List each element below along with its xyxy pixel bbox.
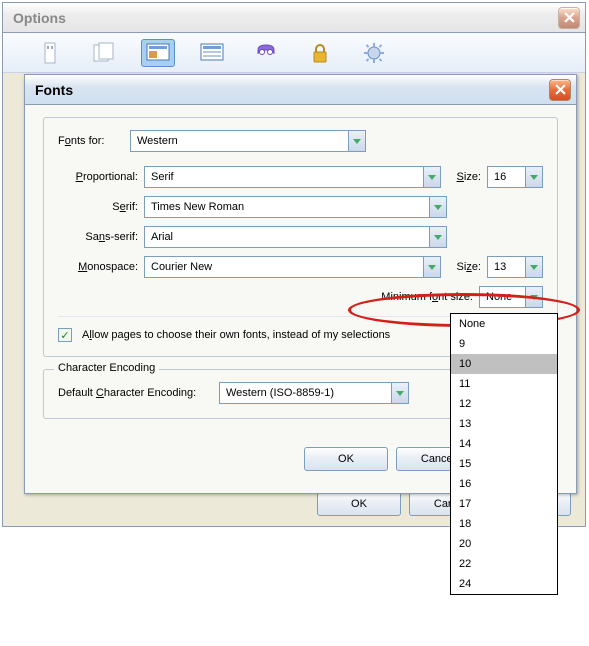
minimum-font-size-value: None: [486, 291, 512, 303]
sans-serif-select[interactable]: Arial: [144, 226, 447, 248]
toolbar-security-icon[interactable]: [303, 39, 337, 67]
monospace-select[interactable]: Courier New: [144, 256, 441, 278]
chevron-down-icon: [429, 197, 446, 217]
options-ok-button[interactable]: OK: [317, 492, 401, 516]
fonts-ok-button[interactable]: OK: [304, 447, 388, 471]
chevron-down-icon: [348, 131, 365, 151]
chevron-down-icon: [423, 257, 440, 277]
allow-pages-label: Allow pages to choose their own fonts, i…: [82, 329, 390, 341]
minimum-font-size-dropdown[interactable]: None9101112131415161718202224: [450, 313, 558, 595]
serif-select[interactable]: Times New Roman: [144, 196, 447, 218]
toolbar-applications-icon[interactable]: [195, 39, 229, 67]
fonts-for-select[interactable]: Western: [130, 130, 366, 152]
toolbar-content-icon[interactable]: [141, 39, 175, 67]
ok-label: OK: [351, 498, 367, 510]
ok-label: OK: [338, 453, 354, 465]
toolbar-privacy-icon[interactable]: [249, 39, 283, 67]
dropdown-item[interactable]: 13: [451, 414, 557, 434]
chevron-down-icon: [525, 167, 542, 187]
dropdown-item[interactable]: 14: [451, 434, 557, 454]
dropdown-item[interactable]: 10: [451, 354, 557, 374]
toolbar-advanced-icon[interactable]: [357, 39, 391, 67]
chevron-down-icon: [391, 383, 408, 403]
minimum-font-size-label: Minimum font size:: [381, 291, 473, 303]
allow-pages-checkbox[interactable]: ✓: [58, 328, 72, 342]
default-encoding-value: Western (ISO-8859-1): [226, 387, 334, 399]
sans-serif-value: Arial: [151, 231, 173, 243]
character-encoding-legend: Character Encoding: [54, 362, 159, 374]
dropdown-item[interactable]: 9: [451, 334, 557, 354]
dropdown-item[interactable]: 22: [451, 554, 557, 574]
default-encoding-label: Default Character Encoding:: [58, 387, 213, 399]
dropdown-item[interactable]: 20: [451, 534, 557, 554]
chevron-down-icon: [429, 227, 446, 247]
chevron-down-icon: [525, 257, 542, 277]
proportional-size-label: Size:: [447, 171, 481, 183]
fonts-for-label: Fonts for:: [58, 135, 124, 147]
monospace-size-value: 13: [494, 261, 506, 273]
fonts-title: Fonts: [35, 82, 73, 98]
monospace-size-label: Size:: [447, 261, 481, 273]
serif-label: Serif:: [58, 201, 138, 213]
proportional-size-select[interactable]: 16: [487, 166, 543, 188]
sans-serif-label: Sans-serif:: [58, 231, 138, 243]
options-toolbar: [3, 33, 585, 73]
toolbar-tabs-icon[interactable]: [87, 39, 121, 67]
serif-value: Times New Roman: [151, 201, 244, 213]
proportional-size-value: 16: [494, 171, 506, 183]
dropdown-item[interactable]: 17: [451, 494, 557, 514]
dropdown-item[interactable]: 16: [451, 474, 557, 494]
dropdown-item[interactable]: 24: [451, 574, 557, 594]
proportional-label: Proportional:: [58, 171, 138, 183]
fonts-for-value: Western: [137, 135, 178, 147]
minimum-font-size-select[interactable]: None: [479, 286, 543, 308]
monospace-value: Courier New: [151, 261, 212, 273]
chevron-down-icon: [423, 167, 440, 187]
dropdown-item[interactable]: 11: [451, 374, 557, 394]
monospace-label: Monospace:: [58, 261, 138, 273]
default-encoding-select[interactable]: Western (ISO-8859-1): [219, 382, 409, 404]
options-close-button[interactable]: [558, 7, 580, 29]
dropdown-item[interactable]: 18: [451, 514, 557, 534]
chevron-down-icon: [525, 287, 542, 307]
dropdown-item[interactable]: 12: [451, 394, 557, 414]
dropdown-item[interactable]: None: [451, 314, 557, 334]
options-title: Options: [13, 10, 66, 26]
options-titlebar: Options: [3, 3, 585, 33]
fonts-titlebar: Fonts: [25, 75, 576, 105]
proportional-value: Serif: [151, 171, 174, 183]
dropdown-item[interactable]: 15: [451, 454, 557, 474]
proportional-select[interactable]: Serif: [144, 166, 441, 188]
monospace-size-select[interactable]: 13: [487, 256, 543, 278]
fonts-close-button[interactable]: [549, 79, 571, 101]
toolbar-main-icon[interactable]: [33, 39, 67, 67]
